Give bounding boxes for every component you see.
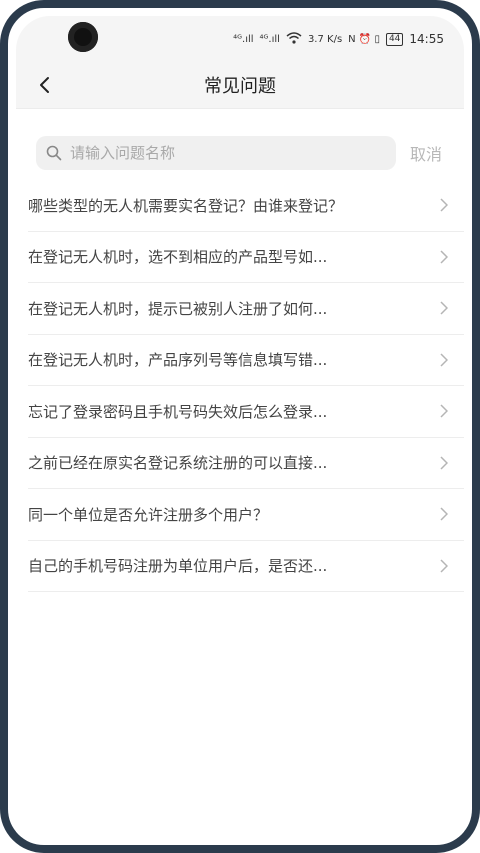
chevron-right-icon bbox=[436, 455, 452, 471]
faq-item[interactable]: 同一个单位是否允许注册多个用户？ bbox=[28, 489, 464, 541]
faq-item[interactable]: 之前已经在原实名登记系统注册的可以直接... bbox=[28, 438, 464, 489]
signal-strength-1: ⁴ᴳ.ıll bbox=[233, 33, 254, 45]
chevron-right-icon bbox=[436, 558, 452, 574]
faq-question: 哪些类型的无人机需要实名登记？由谁来登记？ bbox=[28, 196, 344, 215]
cancel-button[interactable]: 取消 bbox=[410, 141, 442, 165]
search-input[interactable] bbox=[68, 143, 372, 163]
faq-item[interactable]: 在登记无人机时，选不到相应的产品型号如... bbox=[28, 232, 464, 283]
chevron-right-icon bbox=[436, 506, 452, 522]
chevron-right-icon bbox=[436, 403, 452, 419]
back-button[interactable] bbox=[30, 70, 60, 100]
front-camera bbox=[68, 22, 98, 52]
faq-question: 自己的手机号码注册为单位用户后，是否还... bbox=[28, 557, 328, 576]
chevron-right-icon bbox=[436, 352, 452, 368]
network-speed: 3.7 K/s bbox=[307, 33, 343, 45]
faq-question: 在登记无人机时，提示已被别人注册了如何... bbox=[28, 299, 328, 318]
search-row: 取消 bbox=[36, 136, 452, 170]
search-icon bbox=[46, 145, 62, 161]
faq-question: 在登记无人机时，产品序列号等信息填写错... bbox=[28, 351, 328, 370]
status-icons: N ⏰ ▯ bbox=[348, 33, 380, 45]
chevron-right-icon bbox=[436, 300, 452, 316]
faq-question: 忘记了登录密码且手机号码失效后怎么登录... bbox=[28, 402, 328, 421]
phone-frame: ⁴ᴳ.ıll ⁴ᴳ.ıll 3.7 K/s N ⏰ ▯ 44 14:55 常见问… bbox=[0, 0, 480, 853]
chevron-left-icon bbox=[40, 77, 49, 93]
signal-strength-2: ⁴ᴳ.ıll bbox=[259, 33, 280, 45]
bottom-bezel bbox=[16, 823, 464, 837]
faq-question: 在登记无人机时，选不到相应的产品型号如... bbox=[28, 248, 328, 267]
faq-question: 同一个单位是否允许注册多个用户？ bbox=[28, 505, 269, 524]
faq-list: 哪些类型的无人机需要实名登记？由谁来登记？ 在登记无人机时，选不到相应的产品型号… bbox=[28, 180, 464, 592]
faq-item[interactable]: 忘记了登录密码且手机号码失效后怎么登录... bbox=[28, 386, 464, 438]
battery-icon: 44 bbox=[385, 32, 404, 46]
faq-item[interactable]: 自己的手机号码注册为单位用户后，是否还... bbox=[28, 541, 464, 592]
faq-item[interactable]: 在登记无人机时，产品序列号等信息填写错... bbox=[28, 335, 464, 386]
chevron-right-icon bbox=[436, 197, 452, 213]
search-box[interactable] bbox=[36, 136, 396, 170]
wifi-icon bbox=[286, 31, 302, 47]
faq-item[interactable]: 在登记无人机时，提示已被别人注册了如何... bbox=[28, 283, 464, 335]
faq-question: 之前已经在原实名登记系统注册的可以直接... bbox=[28, 454, 328, 473]
faq-item[interactable]: 哪些类型的无人机需要实名登记？由谁来登记？ bbox=[28, 180, 464, 232]
chevron-right-icon bbox=[436, 249, 452, 265]
page-title: 常见问题 bbox=[204, 76, 276, 97]
clock: 14:55 bbox=[409, 32, 444, 46]
navigation-bar: 常见问题 bbox=[16, 62, 464, 109]
